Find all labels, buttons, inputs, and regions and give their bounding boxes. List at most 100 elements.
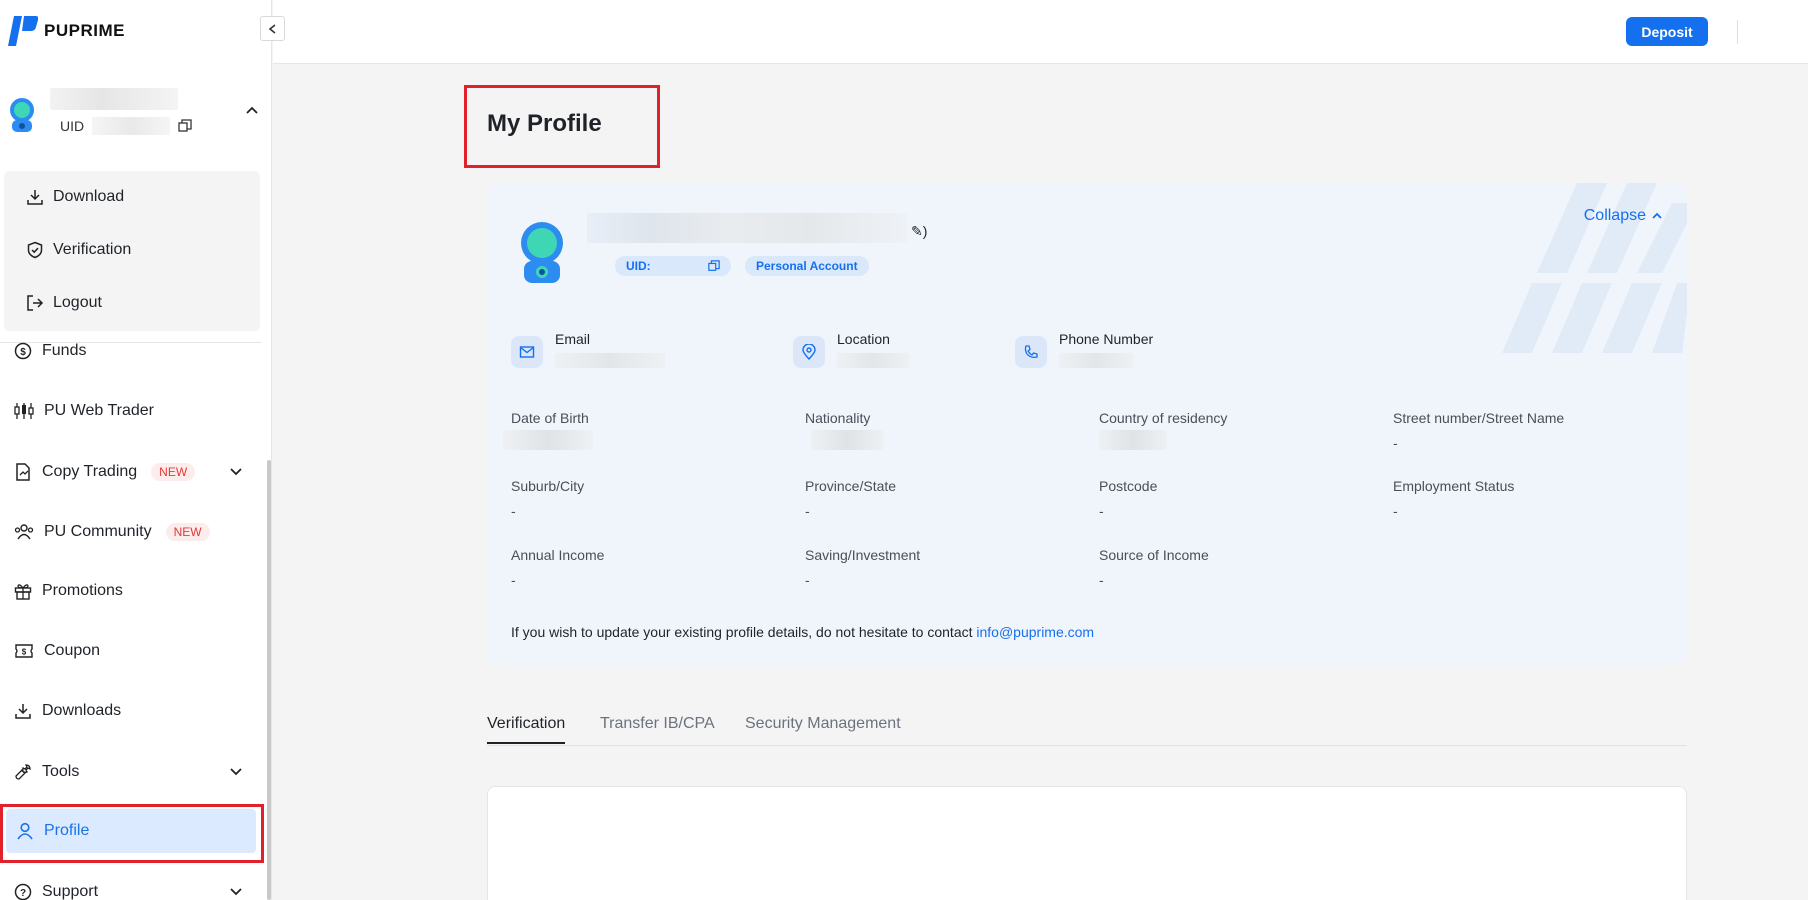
download-icon	[15, 704, 31, 719]
sidebar-item-support[interactable]: ? Support	[14, 877, 244, 900]
copy-trading-icon	[16, 463, 30, 481]
chevron-down-icon[interactable]	[228, 884, 244, 900]
dollar-circle-icon: $	[14, 342, 32, 360]
uid-label: UID	[60, 118, 85, 134]
field-label: Annual Income	[511, 547, 605, 563]
wrench-icon	[15, 764, 31, 780]
sidebar-item-label: Funds	[42, 342, 87, 359]
logout-icon	[27, 295, 44, 311]
location-value-redacted	[837, 353, 909, 368]
edit-name-icon[interactable]: ✎)	[911, 223, 927, 240]
field-postcode: Postcode -	[1099, 478, 1369, 521]
support-email-link[interactable]: info@puprime.com	[976, 624, 1094, 640]
uid-value-redacted	[92, 117, 171, 135]
location-pin-icon	[793, 336, 825, 368]
sidebar-item-coupon[interactable]: $ Coupon	[14, 636, 244, 666]
collapse-button[interactable]: Collapse	[1584, 207, 1663, 225]
sidebar-item-label: PU Web Trader	[44, 402, 154, 419]
sidebar-item-copy-trading[interactable]: Copy Trading NEW	[14, 457, 244, 487]
contact-phone: Phone Number	[1015, 331, 1153, 368]
brand-name: PUPRIME	[44, 21, 125, 40]
contact-label: Location	[837, 331, 890, 347]
help-icon: ?	[14, 883, 32, 900]
field-label: Saving/Investment	[805, 547, 921, 563]
dropdown-item-label: Logout	[53, 294, 102, 311]
uid-chip: UID:	[615, 256, 731, 276]
chevron-down-icon[interactable]	[228, 464, 244, 480]
field-employment-status: Employment Status -	[1393, 478, 1663, 521]
phone-value-redacted	[1059, 353, 1133, 368]
field-saving-investment: Saving/Investment -	[805, 547, 1075, 590]
user-name-redacted	[50, 88, 178, 110]
dropdown-item-label: Verification	[53, 241, 132, 258]
dropdown-item-download[interactable]: Download	[26, 188, 124, 206]
field-suburb-city: Suburb/City -	[511, 478, 781, 521]
sidebar-item-downloads[interactable]: Downloads	[14, 696, 244, 726]
brand-logo[interactable]: PUPRIME	[8, 14, 125, 48]
highlight-box-profile	[0, 804, 264, 863]
sidebar-item-funds[interactable]: $ Funds	[14, 336, 244, 366]
field-value: -	[511, 572, 516, 588]
sidebar-item-pu-web-trader[interactable]: PU Web Trader	[14, 396, 244, 426]
contact-label: Phone Number	[1059, 331, 1154, 347]
email-value-redacted	[555, 353, 665, 368]
field-label: Employment Status	[1393, 478, 1515, 494]
dropdown-item-label: Download	[53, 188, 125, 205]
contact-label: Email	[555, 331, 591, 347]
field-label: Suburb/City	[511, 478, 585, 494]
dropdown-item-verification[interactable]: Verification	[26, 241, 131, 259]
user-dropdown-menu: Download Verification Logout	[4, 171, 260, 331]
profile-tabs: Verification Transfer IB/CPA Security Ma…	[487, 712, 1687, 746]
community-icon	[14, 524, 34, 540]
sidebar-item-label: Copy Trading	[42, 463, 138, 480]
sidebar-item-promotions[interactable]: Promotions	[14, 576, 244, 606]
user-uid: UID	[60, 117, 192, 135]
user-account-header[interactable]: UID	[0, 80, 272, 152]
field-province-state: Province/State -	[805, 478, 1075, 521]
download-icon	[27, 190, 43, 205]
sidebar-collapse-button[interactable]	[260, 16, 285, 41]
sidebar-scrollbar[interactable]	[267, 460, 271, 900]
tab-transfer-ib-cpa[interactable]: Transfer IB/CPA	[600, 715, 715, 742]
deposit-button[interactable]: Deposit	[1626, 17, 1708, 46]
field-value-redacted	[503, 430, 593, 450]
chevron-down-icon[interactable]	[228, 764, 244, 780]
field-value-redacted	[811, 430, 883, 450]
sidebar-item-pu-community[interactable]: PU Community NEW	[14, 517, 244, 547]
copy-icon[interactable]	[178, 119, 192, 133]
field-value: -	[1099, 503, 1104, 519]
update-notice: If you wish to update your existing prof…	[511, 624, 1094, 640]
tab-content-panel	[487, 786, 1687, 900]
chevron-up-icon[interactable]	[244, 102, 260, 118]
field-label: Country of residency	[1099, 410, 1228, 426]
shield-check-icon	[27, 241, 43, 259]
field-label: Date of Birth	[511, 410, 589, 426]
dropdown-item-logout[interactable]: Logout	[26, 294, 102, 312]
topbar-divider	[1737, 20, 1738, 44]
field-label: Street number/Street Name	[1393, 410, 1565, 426]
account-type-badge: Personal Account	[745, 256, 869, 276]
notice-text: If you wish to update your existing prof…	[511, 624, 977, 640]
field-source-of-income: Source of Income -	[1099, 547, 1369, 590]
field-label: Postcode	[1099, 478, 1158, 494]
tab-verification[interactable]: Verification	[487, 715, 566, 744]
sidebar-item-tools[interactable]: Tools	[14, 757, 244, 787]
svg-text:?: ?	[20, 888, 26, 899]
copy-icon[interactable]	[708, 260, 720, 272]
field-country-of-residency: Country of residency	[1099, 410, 1369, 450]
svg-text:$: $	[20, 347, 26, 358]
field-street: Street number/Street Name -	[1393, 410, 1663, 453]
contact-email: Email	[511, 331, 665, 368]
profile-name-redacted	[587, 213, 907, 243]
field-label: Source of Income	[1099, 547, 1209, 563]
contact-location: Location	[793, 331, 909, 368]
account-type-label: Personal Account	[756, 259, 858, 273]
collapse-label: Collapse	[1583, 207, 1646, 224]
new-badge: NEW	[151, 463, 196, 481]
top-bar: Deposit	[273, 0, 1808, 64]
tab-security-management[interactable]: Security Management	[745, 715, 901, 742]
sidebar-item-label: Support	[42, 883, 99, 900]
astronaut-avatar-icon	[10, 98, 34, 132]
field-value: -	[511, 503, 516, 519]
field-label: Province/State	[805, 478, 897, 494]
